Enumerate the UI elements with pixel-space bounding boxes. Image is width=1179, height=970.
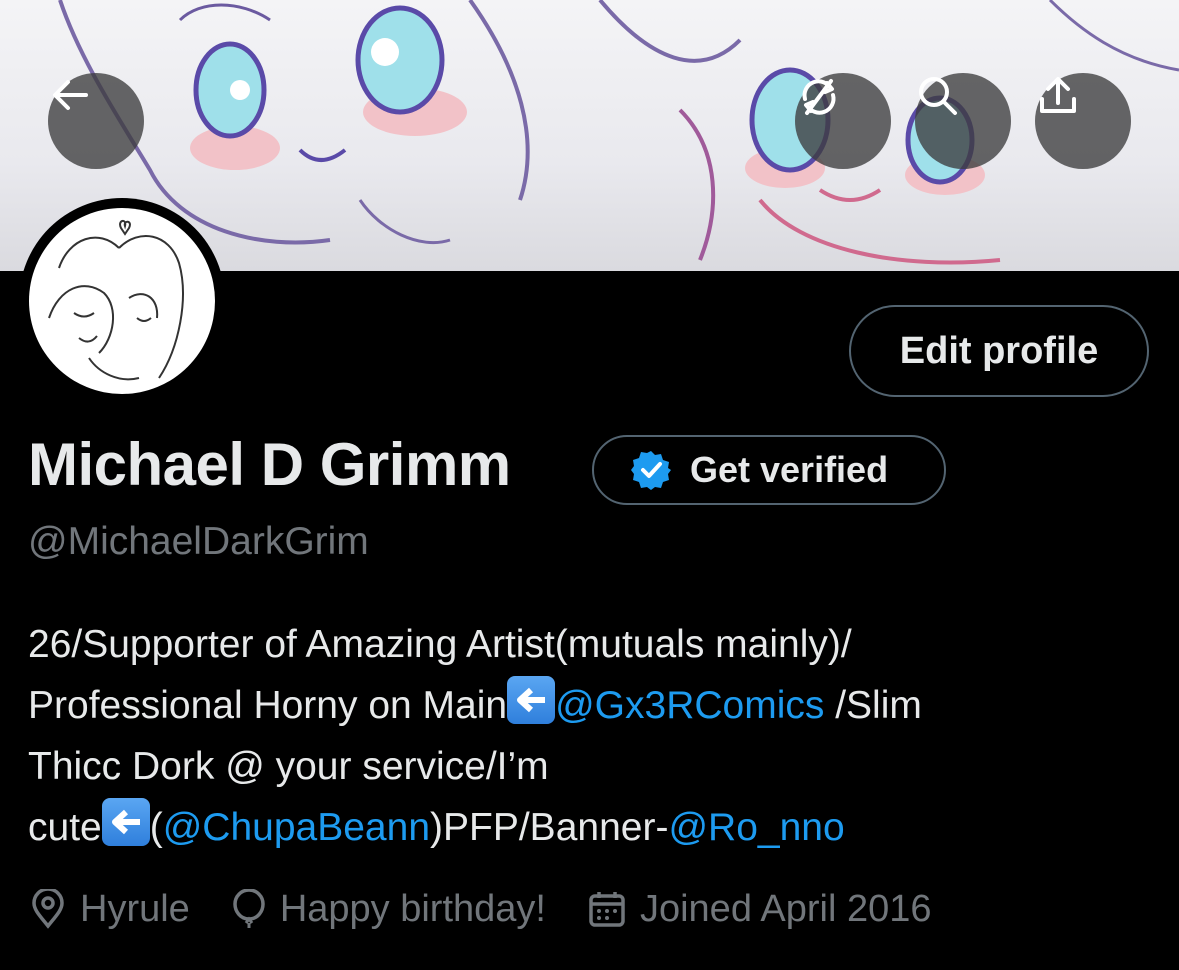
search-icon bbox=[919, 77, 957, 115]
search-button[interactable] bbox=[915, 73, 1011, 169]
bio-line-4: cute (@ChupaBeann)PFP/Banner-@Ro_nno bbox=[28, 797, 1138, 858]
calendar-icon bbox=[589, 892, 625, 927]
get-verified-button[interactable]: Get verified bbox=[592, 435, 946, 505]
get-verified-label: Get verified bbox=[690, 449, 889, 490]
sync-icon bbox=[802, 79, 836, 115]
bio-text: /Slim bbox=[824, 684, 922, 727]
avatar-image bbox=[29, 208, 215, 394]
balloon-icon bbox=[233, 889, 265, 928]
profile-meta: Hyrule Happy birthday! Joined April 2016 bbox=[30, 882, 974, 936]
mention-link-gx3rcomics[interactable]: @Gx3RComics bbox=[555, 684, 824, 727]
bio-text: Professional Horny on Main bbox=[28, 684, 508, 727]
verified-badge-icon bbox=[631, 451, 671, 490]
edit-profile-button[interactable]: Edit profile bbox=[849, 305, 1149, 397]
bio-text: 26/Supporter of Amazing Artist(mutuals m… bbox=[28, 623, 852, 666]
location-pin-icon bbox=[32, 889, 64, 929]
left-arrow-emoji-icon bbox=[507, 676, 556, 724]
back-button[interactable] bbox=[48, 73, 144, 169]
bio-text: Thicc Dork @ your service/I’m bbox=[28, 745, 549, 788]
bio-line-1: 26/Supporter of Amazing Artist(mutuals m… bbox=[28, 614, 1138, 675]
bio-line-2: Professional Horny on Main @Gx3RComics /S… bbox=[28, 675, 1138, 736]
share-icon bbox=[1040, 77, 1076, 113]
joined-item: Joined April 2016 bbox=[588, 888, 932, 931]
birthday-text: Happy birthday! bbox=[279, 887, 546, 930]
sync-button[interactable] bbox=[795, 73, 891, 169]
edit-profile-label: Edit profile bbox=[899, 329, 1099, 372]
bio-line-3: Thicc Dork @ your service/I’m bbox=[28, 736, 1138, 797]
avatar[interactable] bbox=[19, 198, 225, 404]
profile-bio: 26/Supporter of Amazing Artist(mutuals m… bbox=[28, 614, 1138, 858]
location-item: Hyrule bbox=[30, 888, 190, 931]
joined-text: Joined April 2016 bbox=[639, 887, 932, 930]
display-name: Michael D Grimm bbox=[28, 431, 511, 498]
birthday-item: Happy birthday! bbox=[232, 888, 546, 931]
mention-link-ro-nno[interactable]: @Ro_nno bbox=[668, 806, 844, 849]
location-text: Hyrule bbox=[80, 887, 190, 930]
bio-text: ( bbox=[149, 806, 163, 849]
arrow-left-icon bbox=[53, 80, 88, 110]
bio-text: )PFP/Banner- bbox=[430, 806, 669, 849]
left-arrow-emoji-icon bbox=[101, 798, 150, 846]
share-button[interactable] bbox=[1035, 73, 1131, 169]
user-handle: @MichaelDarkGrim bbox=[28, 520, 369, 563]
bio-text: cute bbox=[28, 806, 102, 849]
mention-link-chupabeann[interactable]: @ChupaBeann bbox=[163, 806, 430, 849]
